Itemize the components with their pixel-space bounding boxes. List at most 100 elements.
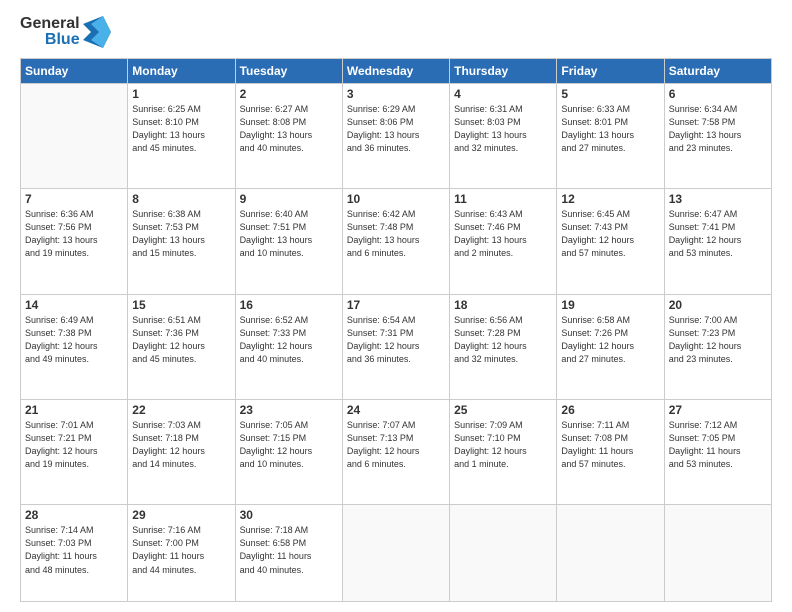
calendar-cell <box>21 84 128 189</box>
day-number: 7 <box>25 192 123 206</box>
day-number: 26 <box>561 403 659 417</box>
calendar-cell: 6 Sunrise: 6:34 AM Sunset: 7:58 PM Daylig… <box>664 84 771 189</box>
day-number: 19 <box>561 298 659 312</box>
day-number: 20 <box>669 298 767 312</box>
day-info: Sunrise: 6:49 AM Sunset: 7:38 PM Dayligh… <box>25 314 123 366</box>
logo-blue-label: Blue <box>45 32 80 48</box>
day-info: Sunrise: 6:27 AM Sunset: 8:08 PM Dayligh… <box>240 103 338 155</box>
calendar-cell: 16 Sunrise: 6:52 AM Sunset: 7:33 PM Dayli… <box>235 294 342 399</box>
day-info: Sunrise: 6:25 AM Sunset: 8:10 PM Dayligh… <box>132 103 230 155</box>
day-number: 12 <box>561 192 659 206</box>
day-number: 3 <box>347 87 445 101</box>
calendar-cell: 26 Sunrise: 7:11 AM Sunset: 7:08 PM Dayli… <box>557 400 664 505</box>
col-header-wednesday: Wednesday <box>342 59 449 84</box>
day-number: 17 <box>347 298 445 312</box>
header: General Blue <box>20 16 772 48</box>
calendar-cell: 17Sunrise: 6:54 AM Sunset: 7:31 PM Dayli… <box>342 294 449 399</box>
day-number: 23 <box>240 403 338 417</box>
day-number: 14 <box>25 298 123 312</box>
day-number: 10 <box>347 192 445 206</box>
calendar-cell: 11 Sunrise: 6:43 AM Sunset: 7:46 PM Dayli… <box>450 189 557 294</box>
day-number: 2 <box>240 87 338 101</box>
col-header-thursday: Thursday <box>450 59 557 84</box>
calendar-cell: 15 Sunrise: 6:51 AM Sunset: 7:36 PM Dayli… <box>128 294 235 399</box>
day-number: 13 <box>669 192 767 206</box>
calendar-cell: 10 Sunrise: 6:42 AM Sunset: 7:48 PM Dayli… <box>342 189 449 294</box>
col-header-tuesday: Tuesday <box>235 59 342 84</box>
calendar-cell: 18 Sunrise: 6:56 AM Sunset: 7:28 PM Dayli… <box>450 294 557 399</box>
day-number: 9 <box>240 192 338 206</box>
page: General Blue SundayMondayTuesdayWednesda… <box>0 0 792 612</box>
col-header-friday: Friday <box>557 59 664 84</box>
logo-general-label: General <box>20 16 80 32</box>
logo: General Blue <box>20 16 111 48</box>
calendar-cell: 14 Sunrise: 6:49 AM Sunset: 7:38 PM Dayli… <box>21 294 128 399</box>
day-number: 28 <box>25 508 123 522</box>
calendar-cell: 4 Sunrise: 6:31 AM Sunset: 8:03 PM Daylig… <box>450 84 557 189</box>
day-info: Sunrise: 6:45 AM Sunset: 7:43 PM Dayligh… <box>561 208 659 260</box>
day-number: 11 <box>454 192 552 206</box>
day-number: 1 <box>132 87 230 101</box>
day-info: Sunrise: 6:40 AM Sunset: 7:51 PM Dayligh… <box>240 208 338 260</box>
day-info: Sunrise: 7:03 AM Sunset: 7:18 PM Dayligh… <box>132 419 230 471</box>
day-info: Sunrise: 6:52 AM Sunset: 7:33 PM Dayligh… <box>240 314 338 366</box>
day-number: 18 <box>454 298 552 312</box>
day-info: Sunrise: 7:05 AM Sunset: 7:15 PM Dayligh… <box>240 419 338 471</box>
calendar-cell <box>664 505 771 602</box>
calendar-cell: 9 Sunrise: 6:40 AM Sunset: 7:51 PM Daylig… <box>235 189 342 294</box>
day-info: Sunrise: 7:07 AM Sunset: 7:13 PM Dayligh… <box>347 419 445 471</box>
calendar-cell: 27 Sunrise: 7:12 AM Sunset: 7:05 PM Dayli… <box>664 400 771 505</box>
day-info: Sunrise: 6:43 AM Sunset: 7:46 PM Dayligh… <box>454 208 552 260</box>
day-info: Sunrise: 6:51 AM Sunset: 7:36 PM Dayligh… <box>132 314 230 366</box>
day-info: Sunrise: 6:42 AM Sunset: 7:48 PM Dayligh… <box>347 208 445 260</box>
calendar-cell <box>450 505 557 602</box>
day-info: Sunrise: 7:11 AM Sunset: 7:08 PM Dayligh… <box>561 419 659 471</box>
day-number: 21 <box>25 403 123 417</box>
calendar-cell: 7 Sunrise: 6:36 AM Sunset: 7:56 PM Daylig… <box>21 189 128 294</box>
day-number: 4 <box>454 87 552 101</box>
day-number: 6 <box>669 87 767 101</box>
day-number: 16 <box>240 298 338 312</box>
calendar-cell: 25 Sunrise: 7:09 AM Sunset: 7:10 PM Dayli… <box>450 400 557 505</box>
col-header-sunday: Sunday <box>21 59 128 84</box>
day-number: 30 <box>240 508 338 522</box>
day-info: Sunrise: 6:29 AM Sunset: 8:06 PM Dayligh… <box>347 103 445 155</box>
day-info: Sunrise: 6:34 AM Sunset: 7:58 PM Dayligh… <box>669 103 767 155</box>
day-info: Sunrise: 6:33 AM Sunset: 8:01 PM Dayligh… <box>561 103 659 155</box>
day-info: Sunrise: 6:58 AM Sunset: 7:26 PM Dayligh… <box>561 314 659 366</box>
calendar-cell: 1 Sunrise: 6:25 AM Sunset: 8:10 PM Daylig… <box>128 84 235 189</box>
day-number: 25 <box>454 403 552 417</box>
calendar-cell: 28Sunrise: 7:14 AM Sunset: 7:03 PM Dayli… <box>21 505 128 602</box>
calendar-cell: 24Sunrise: 7:07 AM Sunset: 7:13 PM Dayli… <box>342 400 449 505</box>
calendar-cell <box>342 505 449 602</box>
calendar-cell: 13 Sunrise: 6:47 AM Sunset: 7:41 PM Dayli… <box>664 189 771 294</box>
day-info: Sunrise: 7:09 AM Sunset: 7:10 PM Dayligh… <box>454 419 552 471</box>
calendar-cell: 22 Sunrise: 7:03 AM Sunset: 7:18 PM Dayli… <box>128 400 235 505</box>
day-info: Sunrise: 7:00 AM Sunset: 7:23 PM Dayligh… <box>669 314 767 366</box>
day-number: 27 <box>669 403 767 417</box>
calendar-cell: 19 Sunrise: 6:58 AM Sunset: 7:26 PM Dayli… <box>557 294 664 399</box>
calendar-cell <box>557 505 664 602</box>
day-number: 15 <box>132 298 230 312</box>
day-number: 5 <box>561 87 659 101</box>
day-info: Sunrise: 7:12 AM Sunset: 7:05 PM Dayligh… <box>669 419 767 471</box>
day-info: Sunrise: 6:47 AM Sunset: 7:41 PM Dayligh… <box>669 208 767 260</box>
calendar-cell: 3 Sunrise: 6:29 AM Sunset: 8:06 PM Daylig… <box>342 84 449 189</box>
logo-arrow-icon <box>83 16 111 48</box>
calendar-cell: 8Sunrise: 6:38 AM Sunset: 7:53 PM Daylig… <box>128 189 235 294</box>
calendar-table: SundayMondayTuesdayWednesdayThursdayFrid… <box>20 58 772 602</box>
day-info: Sunrise: 6:31 AM Sunset: 8:03 PM Dayligh… <box>454 103 552 155</box>
day-info: Sunrise: 6:36 AM Sunset: 7:56 PM Dayligh… <box>25 208 123 260</box>
day-info: Sunrise: 6:56 AM Sunset: 7:28 PM Dayligh… <box>454 314 552 366</box>
calendar-cell: 30Sunrise: 7:18 AM Sunset: 6:58 PM Dayli… <box>235 505 342 602</box>
day-number: 22 <box>132 403 230 417</box>
day-number: 29 <box>132 508 230 522</box>
calendar-cell: 2 Sunrise: 6:27 AM Sunset: 8:08 PM Daylig… <box>235 84 342 189</box>
day-number: 8 <box>132 192 230 206</box>
day-info: Sunrise: 7:01 AM Sunset: 7:21 PM Dayligh… <box>25 419 123 471</box>
calendar-cell: 29Sunrise: 7:16 AM Sunset: 7:00 PM Dayli… <box>128 505 235 602</box>
col-header-monday: Monday <box>128 59 235 84</box>
col-header-saturday: Saturday <box>664 59 771 84</box>
calendar-cell: 21 Sunrise: 7:01 AM Sunset: 7:21 PM Dayli… <box>21 400 128 505</box>
calendar-cell: 12 Sunrise: 6:45 AM Sunset: 7:43 PM Dayli… <box>557 189 664 294</box>
